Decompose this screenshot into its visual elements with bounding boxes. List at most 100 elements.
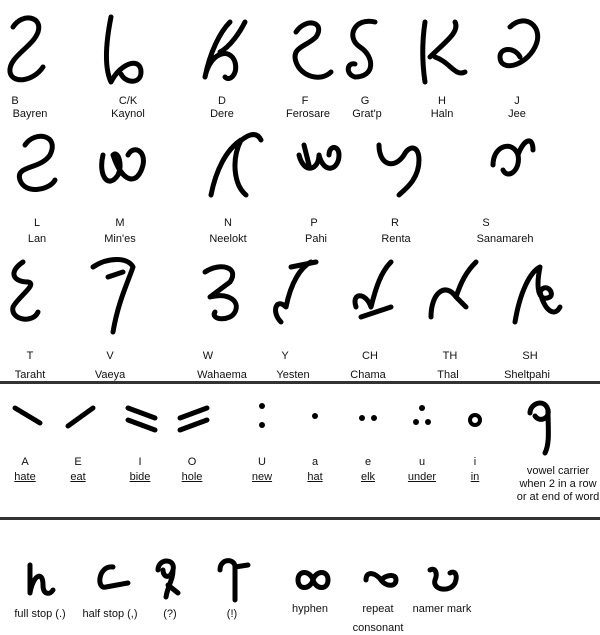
sheltpahi-glyph	[512, 264, 563, 325]
label: Neelokt	[209, 233, 247, 245]
punct-2-glyph	[155, 558, 181, 600]
label: P	[310, 217, 318, 229]
punct-1-glyph	[97, 564, 131, 590]
label: M	[115, 217, 125, 229]
label: hat	[307, 471, 323, 483]
label: Kaynol	[111, 108, 145, 120]
label: repeat	[362, 603, 394, 615]
label: (!)	[226, 608, 238, 620]
label: Sanamareh	[476, 233, 534, 245]
label: or at end of word	[516, 491, 600, 503]
label: W	[202, 350, 214, 362]
label: V	[106, 350, 114, 362]
label: full stop (.)	[14, 608, 66, 620]
label: bide	[129, 471, 151, 483]
thal-glyph	[428, 259, 479, 320]
label: J	[514, 95, 520, 107]
kaynol-glyph	[103, 14, 144, 85]
pahi-glyph	[296, 142, 342, 171]
wahaema-glyph	[202, 264, 239, 322]
label: u	[418, 456, 426, 468]
label: O	[187, 456, 197, 468]
label: (?)	[163, 608, 177, 620]
label: Lan	[27, 233, 47, 245]
ferosare-glyph	[292, 20, 334, 80]
label: Y	[281, 350, 289, 362]
yesten-glyph	[273, 259, 319, 325]
vowel-U-glyph	[259, 403, 265, 428]
label: Haln	[430, 108, 454, 120]
label: Grat'p	[352, 108, 382, 120]
label: I	[138, 456, 142, 468]
label: Min'es	[104, 233, 136, 245]
punct-4-glyph	[295, 570, 331, 590]
punct-3-glyph	[217, 558, 251, 603]
label: Renta	[381, 233, 411, 245]
label: E	[74, 456, 82, 468]
label: consonant	[352, 622, 404, 634]
label: R	[391, 217, 399, 229]
lan-glyph	[16, 133, 58, 192]
label: half stop (,)	[82, 608, 138, 620]
mines-glyph	[99, 147, 146, 184]
jee-glyph	[497, 18, 541, 69]
label: hole	[181, 471, 203, 483]
label: CH	[362, 350, 378, 362]
bayren-glyph	[7, 15, 46, 83]
label: T	[26, 350, 34, 362]
alphabet-chart: B Bayren C/K Kaynol D Dere F Ferosare G Grat'p H Ha…	[0, 0, 600, 635]
label: Jee	[508, 108, 526, 120]
label: under	[407, 471, 437, 483]
dere-glyph	[202, 19, 248, 81]
label: Thal	[437, 369, 459, 381]
label: S	[482, 217, 490, 229]
label: A	[21, 456, 29, 468]
label: Yesten	[276, 369, 310, 381]
label: i	[473, 456, 477, 468]
haln-glyph	[420, 19, 468, 85]
vowel-u-glyph	[413, 405, 431, 425]
vowel-O-glyph	[177, 405, 210, 433]
label: D	[218, 95, 226, 107]
label: L	[33, 217, 41, 229]
label: U	[258, 456, 266, 468]
label: namer mark	[412, 603, 472, 615]
label: hate	[14, 471, 36, 483]
label: elk	[360, 471, 376, 483]
punct-6-glyph	[427, 566, 459, 592]
label: new	[251, 471, 273, 483]
label: C/K	[118, 95, 138, 107]
label: in	[470, 471, 480, 483]
label: eat	[70, 471, 86, 483]
label: Bayren	[12, 108, 48, 120]
punct-5-glyph	[363, 571, 399, 588]
label: Taraht	[14, 369, 46, 381]
vowel-i-glyph	[468, 413, 482, 427]
label: hyphen	[291, 603, 329, 615]
sanamareh-glyph	[490, 138, 536, 177]
label: e	[364, 456, 372, 468]
label: H	[438, 95, 446, 107]
vaeya-glyph	[90, 257, 136, 335]
vowel-A-glyph	[12, 405, 43, 426]
label: Wahaema	[197, 369, 247, 381]
label: B	[11, 95, 19, 107]
gratp-glyph	[345, 18, 378, 80]
label: Sheltpahi	[504, 369, 550, 381]
label: Dere	[210, 108, 234, 120]
vowel-E-glyph	[65, 405, 96, 429]
vowel-a-glyph	[312, 413, 318, 419]
divider	[0, 517, 600, 520]
punct-0-glyph	[27, 562, 56, 596]
vowel-I-glyph	[125, 405, 158, 433]
label: TH	[442, 350, 458, 362]
label: a	[311, 456, 319, 468]
vowel-carrier-glyph	[527, 400, 551, 456]
label: SH	[522, 350, 538, 362]
renta-glyph	[376, 142, 422, 198]
label: when 2 in a row	[519, 478, 597, 490]
label: Pahi	[304, 233, 328, 245]
divider	[0, 381, 600, 384]
label: F	[301, 95, 309, 107]
label: G	[360, 95, 370, 107]
